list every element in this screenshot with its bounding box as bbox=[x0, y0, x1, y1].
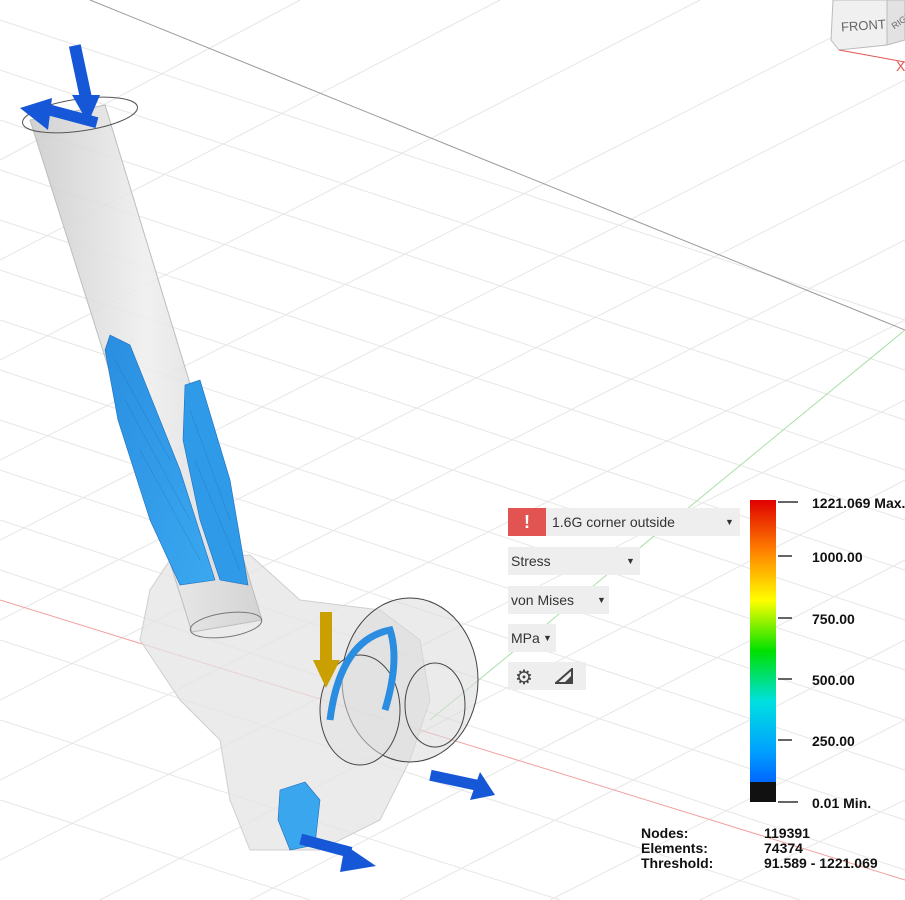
elements-value: 74374 bbox=[764, 840, 803, 856]
triangle-ruler-icon[interactable] bbox=[555, 668, 573, 684]
3d-viewport[interactable] bbox=[0, 0, 905, 900]
mesh-stats-labels: Nodes: Elements: Threshold: bbox=[641, 826, 713, 871]
exclamation-warning-icon[interactable]: ! bbox=[508, 508, 546, 536]
threshold-value: 91.589 - 1221.069 bbox=[764, 855, 878, 871]
unit-dropdown[interactable]: MPa ▼ bbox=[508, 624, 556, 652]
view-cube[interactable]: FRONT RIGHT X bbox=[815, 0, 905, 80]
legend-min-label: 0.01 Min. bbox=[812, 795, 872, 811]
stress-color-bar bbox=[750, 500, 798, 803]
upright-model[interactable] bbox=[20, 91, 479, 851]
gear-icon[interactable]: ⚙ bbox=[515, 665, 533, 690]
legend-max-label: 1221.069 Max. bbox=[812, 495, 905, 511]
threshold-label: Threshold: bbox=[641, 855, 714, 871]
load-case-dropdown[interactable]: ! 1.6G corner outside ▼ bbox=[508, 508, 740, 536]
unit-label: MPa bbox=[511, 630, 540, 646]
nodes-value: 119391 bbox=[764, 825, 810, 841]
load-arrow-hub-right[interactable] bbox=[429, 769, 495, 800]
legend-tick-label: 750.00 bbox=[812, 611, 855, 627]
legend-tick-label: 250.00 bbox=[812, 733, 855, 749]
legend-tick-label: 1000.00 bbox=[812, 549, 863, 565]
caret-down-icon: ▼ bbox=[597, 595, 606, 605]
elements-label: Elements: bbox=[641, 840, 708, 856]
legend-tick-label: 500.00 bbox=[812, 672, 855, 688]
result-type-dropdown[interactable]: Stress ▼ bbox=[508, 547, 640, 575]
caret-down-icon: ▼ bbox=[725, 517, 734, 527]
mesh-stats-values: 119391 74374 91.589 - 1221.069 bbox=[764, 826, 878, 871]
view-cube-front-label[interactable]: FRONT bbox=[841, 16, 887, 34]
stress-component-dropdown[interactable]: von Mises ▼ bbox=[508, 586, 609, 614]
grid-horizon-line bbox=[89, 0, 905, 331]
load-case-label: 1.6G corner outside bbox=[552, 514, 675, 530]
x-axis-label: X bbox=[896, 58, 905, 74]
stress-component-label: von Mises bbox=[511, 592, 575, 608]
result-type-label: Stress bbox=[511, 553, 551, 569]
result-tools-bar: ⚙ bbox=[508, 662, 586, 690]
caret-down-icon: ▼ bbox=[543, 633, 552, 643]
view-cube-graphic bbox=[830, 0, 905, 63]
nodes-label: Nodes: bbox=[641, 825, 689, 841]
caret-down-icon: ▼ bbox=[626, 556, 635, 566]
